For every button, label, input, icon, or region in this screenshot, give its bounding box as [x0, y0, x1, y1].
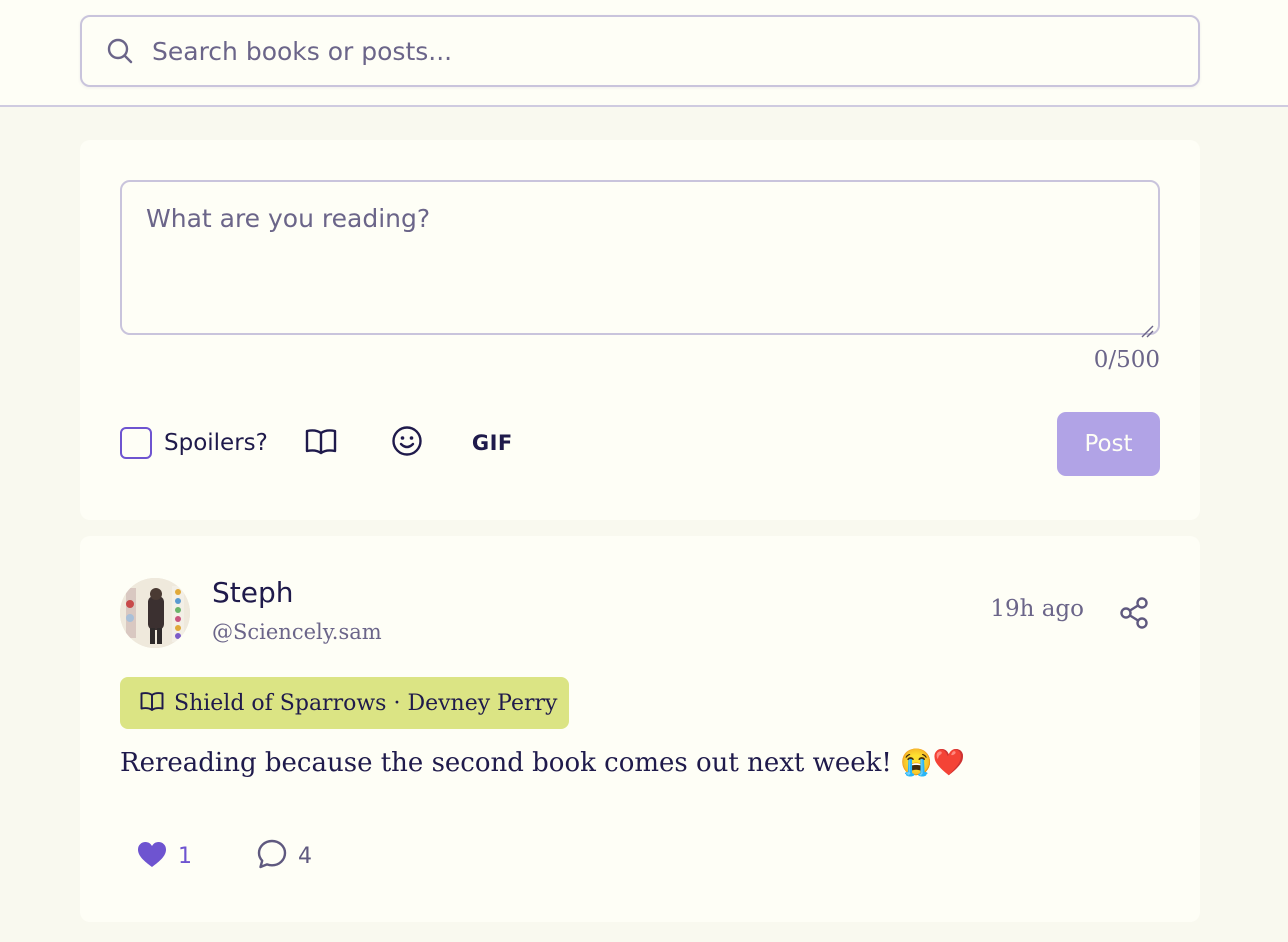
feed-post: Steph @Sciencely.sam 19h ago Shield of S… — [80, 536, 1200, 922]
book-open-icon — [140, 690, 164, 716]
post-body: Rereading because the second book comes … — [120, 748, 965, 778]
book-open-icon — [305, 427, 337, 459]
search-icon — [106, 37, 134, 65]
gif-button[interactable]: GIF — [472, 423, 513, 463]
add-book-button[interactable] — [304, 423, 338, 463]
book-tag[interactable]: Shield of Sparrows · Devney Perry — [120, 677, 570, 729]
heart-icon — [136, 840, 168, 872]
comment-count: 4 — [298, 843, 312, 869]
post-reactions: 1 4 — [136, 838, 312, 874]
post-textarea-placeholder: What are you reading? — [146, 204, 431, 233]
search-bar[interactable] — [80, 15, 1200, 87]
spoilers-checkbox[interactable] — [120, 427, 152, 459]
post-button[interactable]: Post — [1057, 412, 1160, 476]
resize-handle-icon[interactable] — [1140, 315, 1154, 338]
post-composer: What are you reading? 0/500 Spoilers? GI… — [80, 140, 1200, 520]
comment-button[interactable]: 4 — [256, 838, 312, 874]
smiley-icon — [391, 425, 423, 461]
like-button[interactable]: 1 — [136, 840, 192, 872]
composer-toolbar: Spoilers? GIF Post — [120, 410, 1160, 476]
like-count: 1 — [178, 843, 192, 869]
spoilers-label: Spoilers? — [164, 430, 268, 456]
post-timestamp: 19h ago — [990, 596, 1084, 622]
author-name[interactable]: Steph — [212, 576, 294, 609]
search-input[interactable] — [152, 36, 1112, 66]
emoji-button[interactable] — [390, 423, 424, 463]
character-counter: 0/500 — [1093, 347, 1160, 373]
author-handle[interactable]: @Sciencely.sam — [212, 620, 382, 644]
share-button[interactable] — [1118, 596, 1150, 630]
top-bar — [0, 0, 1288, 107]
comment-bubble-icon — [256, 838, 288, 874]
book-tag-label: Shield of Sparrows · Devney Perry — [174, 690, 558, 716]
post-textarea[interactable]: What are you reading? — [120, 180, 1160, 338]
share-icon — [1118, 597, 1150, 634]
avatar[interactable] — [120, 578, 190, 648]
